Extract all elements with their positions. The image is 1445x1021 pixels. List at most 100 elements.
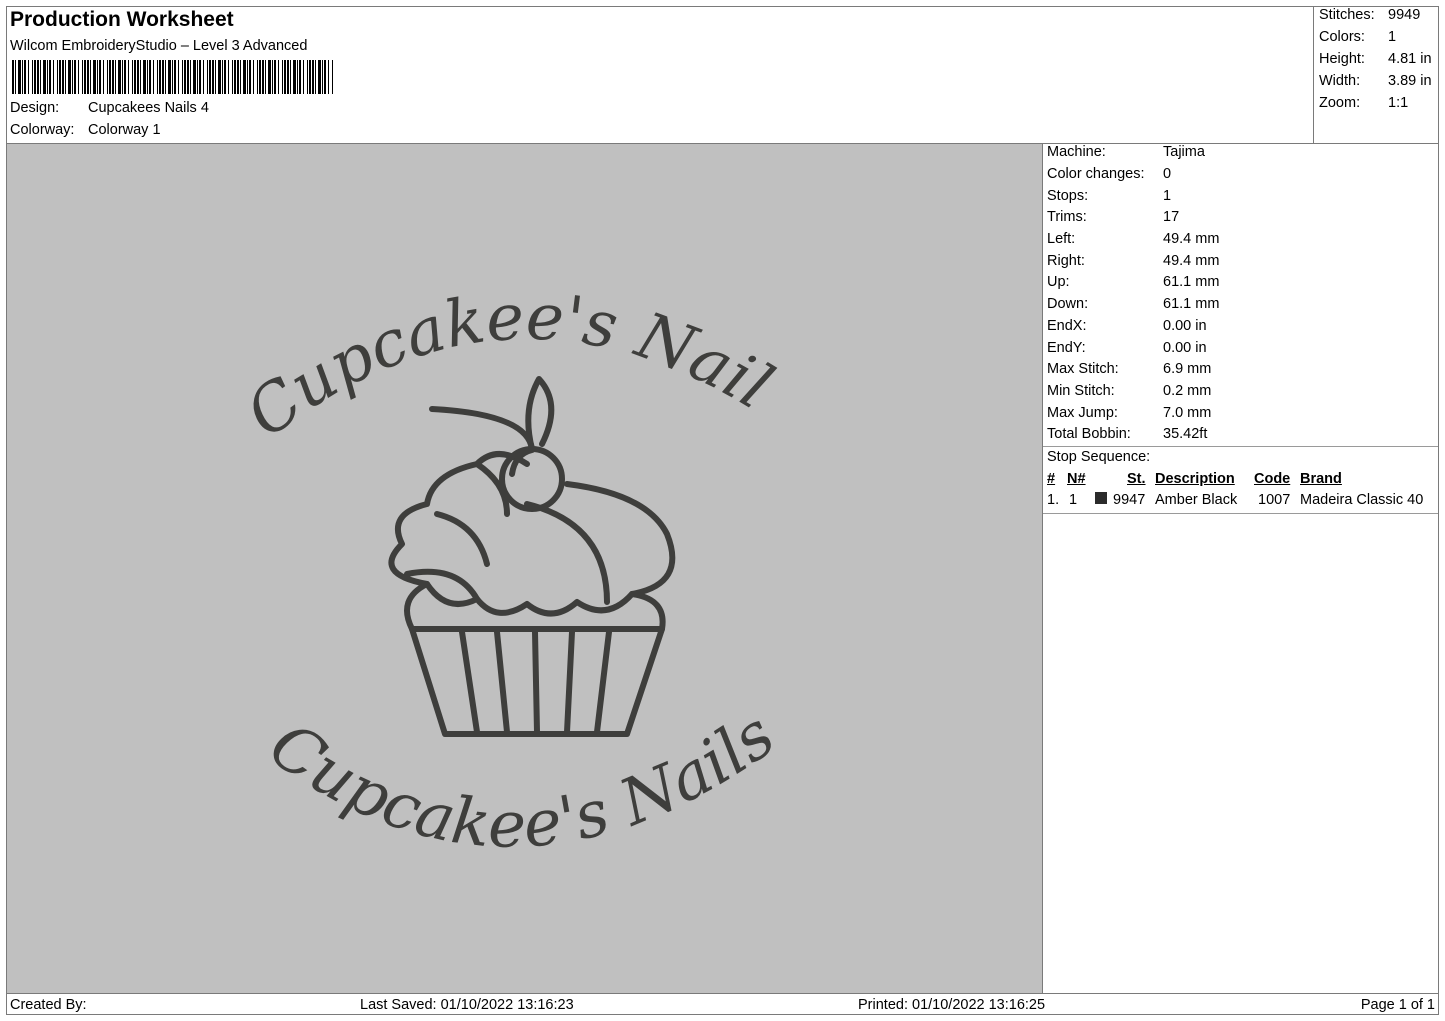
cupcake-outline [388,376,676,737]
barcode-bar [284,60,286,94]
barcode-bar [303,60,304,94]
barcode-bar [224,60,226,94]
info-value: 1 [1163,188,1172,204]
barcode-bar [53,60,54,94]
barcode-bar [272,60,273,94]
barcode-bar [318,60,321,94]
barcode-bar [28,60,29,94]
info-row: EndX: 0.00 in [1047,318,1207,334]
barcode-bar [90,60,91,94]
barcode-bar [240,60,241,94]
barcode-bar [187,60,189,94]
machine-info-panel: Machine: Tajima Color changes: 0 Stops: 1 T… [1042,143,1439,994]
barcode-bar [182,60,183,94]
info-label: Total Bobbin: [1047,426,1131,442]
barcode-bar [215,60,216,94]
summary-value: 9949 [1388,7,1421,23]
summary-divider [1313,6,1314,144]
barcode-bar [234,60,236,94]
barcode-bar [103,60,104,94]
barcode-bar [315,60,316,94]
barcode-bar [253,60,254,94]
barcode-bar [287,60,289,94]
barcode-bar [147,60,148,94]
top-text-path: Cupcakee's Nails [7,144,784,452]
barcode-bar [24,60,26,94]
barcode-bar [153,60,154,94]
info-label: Max Jump: [1047,405,1118,421]
barcode-bar [115,60,116,94]
info-value: 49.4 mm [1163,253,1220,269]
barcode [12,60,333,94]
summary-value: 4.81 in [1388,51,1432,67]
barcode-bar [34,60,36,94]
barcode-bar [207,60,208,94]
barcode-bar [82,60,83,94]
barcode-bar [124,60,126,94]
col-header-code: Code [1254,471,1291,487]
barcode-bar [197,60,198,94]
col-header-brand: Brand [1300,471,1342,487]
worksheet-footer: Created By: Last Saved: 01/10/2022 13:16… [6,993,1439,1015]
summary-label: Width: [1319,73,1361,89]
info-value: 0.00 in [1163,340,1207,356]
panel-divider [1043,513,1438,514]
info-label: Right: [1047,253,1085,269]
info-row: Total Bobbin: 35.42ft [1047,426,1207,442]
barcode-bar [184,60,186,94]
barcode-bar [162,60,164,94]
barcode-bar [222,60,223,94]
barcode-bar [99,60,101,94]
frosting-edge [404,581,666,632]
barcode-bar [93,60,96,94]
barcode-bar [247,60,248,94]
barcode-bar [190,60,191,94]
info-row: Down: 61.1 mm [1047,296,1219,312]
barcode-bar [322,60,323,94]
info-value: 0.2 mm [1163,383,1212,399]
barcode-bar [278,60,279,94]
barcode-bar [218,60,221,94]
colorway-value: Colorway 1 [88,122,161,138]
info-row: EndY: 0.00 in [1047,340,1207,356]
barcode-bar [228,60,229,94]
barcode-bar [118,60,121,94]
barcode-bar [297,60,298,94]
barcode-bar [87,60,89,94]
barcode-bar [268,60,271,94]
info-value: 0 [1163,166,1172,182]
embroidery-design: Cupcakee's Nails Cupcakee's Nails [7,144,788,863]
barcode-bar [172,60,173,94]
info-label: Stops: [1047,188,1089,204]
barcode-bar [109,60,111,94]
barcode-bar [168,60,171,94]
barcode-bar [134,60,136,94]
barcode-bar [43,60,46,94]
info-value: Tajima [1163,144,1205,160]
last-saved: Last Saved: 01/10/2022 13:16:23 [360,997,574,1013]
design-value: Cupcakees Nails 4 [88,100,209,116]
barcode-bar [32,60,33,94]
summary-label: Height: [1319,51,1365,67]
barcode-bar [307,60,308,94]
summary-label: Stitches: [1319,7,1375,23]
col-header-num: # [1047,471,1056,487]
worksheet-title: Production Worksheet [10,8,234,31]
cherry-leaf [525,376,555,452]
info-label: Color changes: [1047,166,1145,182]
info-value: 17 [1163,209,1180,225]
barcode-bar [68,60,71,94]
info-row: Stops: 1 [1047,188,1171,204]
barcode-bar [309,60,311,94]
info-row: Right: 49.4 mm [1047,253,1219,269]
barcode-bar [237,60,239,94]
barcode-bar [78,60,79,94]
barcode-bar [137,60,139,94]
barcode-bar [165,60,166,94]
info-row: Left: 49.4 mm [1047,231,1219,247]
barcode-bar [15,60,16,94]
barcode-bar [199,60,201,94]
barcode-bar [282,60,283,94]
summary-value: 1:1 [1388,95,1409,111]
barcode-bar [132,60,133,94]
